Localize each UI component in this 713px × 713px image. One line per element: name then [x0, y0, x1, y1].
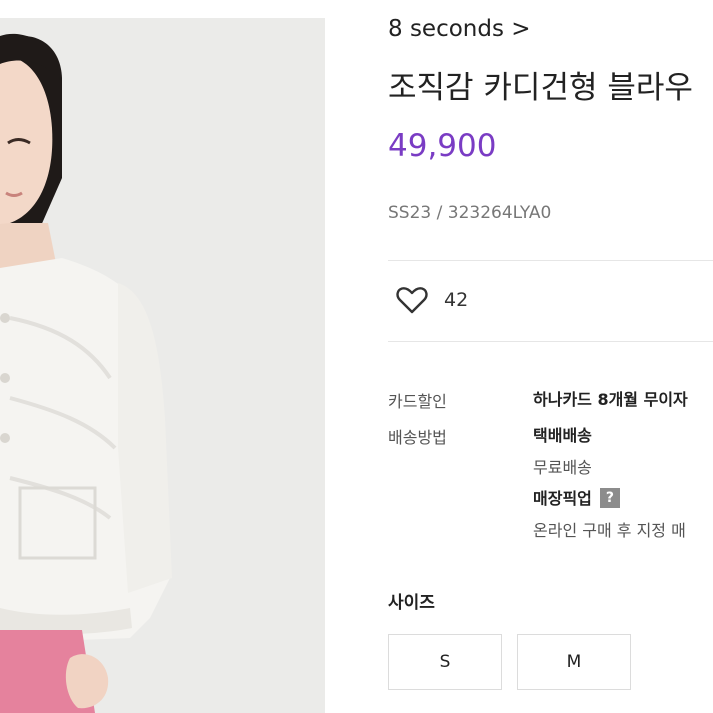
product-price: 49,900	[388, 128, 497, 164]
product-image[interactable]	[0, 18, 325, 713]
like-count: 42	[444, 289, 469, 311]
question-icon[interactable]: ?	[599, 487, 620, 508]
brand-link[interactable]: 8 seconds >	[388, 16, 531, 42]
store-pickup-row: 매장픽업?	[533, 485, 620, 510]
size-option-s[interactable]: S	[388, 634, 502, 690]
card-discount-label: 카드할인	[388, 392, 447, 411]
size-title: 사이즈	[388, 593, 435, 613]
model-illustration	[0, 18, 325, 713]
store-pickup-label: 매장픽업	[533, 489, 592, 508]
like-button[interactable]: 42	[396, 286, 468, 314]
product-detail-page: 8 seconds > 조직감 카디건형 블라우 49,900 SS23 / 3…	[0, 0, 713, 713]
divider-top	[388, 260, 713, 261]
card-discount-value: 하나카드 8개월 무이자	[533, 390, 688, 409]
delivery-parcel: 택배배송	[533, 426, 592, 445]
size-option-m[interactable]: M	[517, 634, 631, 690]
pickup-note: 온라인 구매 후 지정 매	[533, 521, 686, 540]
delivery-free: 무료배송	[533, 458, 592, 477]
product-info-panel: 8 seconds > 조직감 카디건형 블라우 49,900 SS23 / 3…	[388, 0, 713, 713]
product-code: SS23 / 323264LYA0	[388, 203, 552, 223]
heart-outline-icon	[396, 286, 428, 314]
divider-middle	[388, 341, 713, 342]
product-title: 조직감 카디건형 블라우	[388, 70, 693, 106]
delivery-label: 배송방법	[388, 428, 447, 447]
